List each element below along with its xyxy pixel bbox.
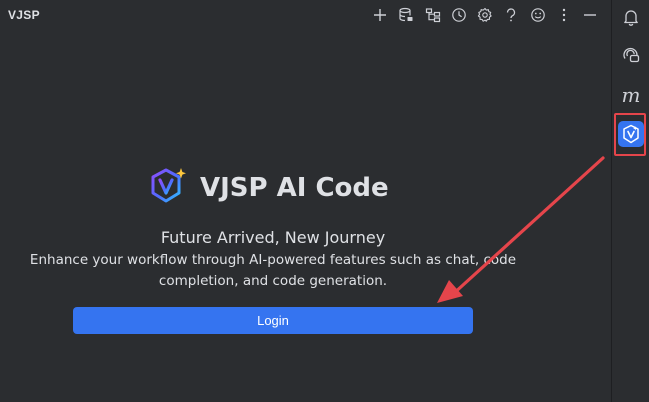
panel-toolbar (370, 4, 607, 26)
minimize-icon[interactable] (580, 5, 600, 25)
settings-icon[interactable] (475, 5, 495, 25)
brand-name: VJSP AI Code (200, 173, 389, 203)
hierarchy-icon[interactable] (423, 5, 443, 25)
history-icon[interactable] (449, 5, 469, 25)
app-window: VJSP VJSP AI Code Future Arrived, New Jo… (0, 0, 649, 402)
notifications-icon[interactable] (618, 4, 644, 30)
m-icon[interactable]: m (618, 82, 644, 108)
vjsp-logo-icon (148, 166, 188, 210)
database-icon[interactable] (396, 5, 416, 25)
emoji-icon[interactable] (528, 5, 548, 25)
ai-chat-icon[interactable] (618, 42, 644, 68)
more-icon[interactable] (554, 5, 574, 25)
plus-icon[interactable] (370, 5, 390, 25)
login-button[interactable]: Login (73, 307, 473, 334)
brand-header: VJSP AI Code (148, 166, 389, 210)
feature-description: Enhance your workflow through AI-powered… (29, 252, 517, 289)
panel-title: VJSP (8, 8, 40, 22)
annotation-highlight-box (614, 113, 646, 156)
m-icon-label: m (621, 83, 641, 107)
help-icon[interactable] (501, 5, 521, 25)
right-tool-strip: m (611, 0, 649, 402)
tagline: Future Arrived, New Journey (160, 228, 386, 247)
vjsp-tool-window: VJSP VJSP AI Code Future Arrived, New Jo… (0, 0, 611, 402)
